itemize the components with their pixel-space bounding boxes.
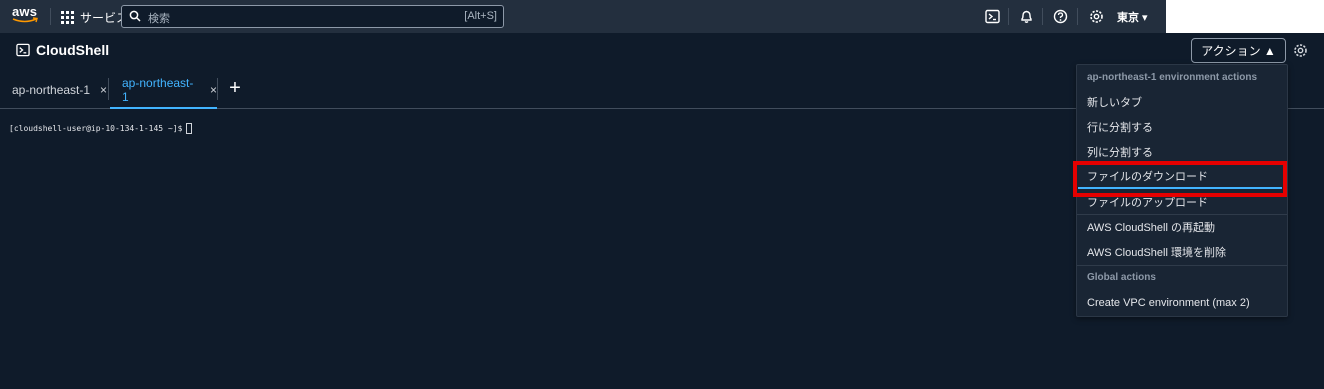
nav-divider xyxy=(50,8,51,25)
highlight-annotation xyxy=(1073,161,1287,197)
actions-button[interactable]: アクション ▲ xyxy=(1191,38,1286,63)
menu-group-title: Global actions xyxy=(1087,272,1156,283)
menu-item-delete-environment[interactable]: AWS CloudShell 環境を削除 xyxy=(1087,241,1277,263)
search-input[interactable]: 検索 [Alt+S] xyxy=(121,5,504,28)
add-tab-button[interactable]: + xyxy=(226,78,244,98)
top-navigation: aws サービス 検索 [Alt+S] 東京 ▾ xyxy=(0,0,1166,33)
terminal-prompt: [cloudshell-user@ip-10-134-1-145 ~]$ xyxy=(9,123,193,134)
tab-label: ap-northeast-1 xyxy=(122,75,194,104)
nav-divider xyxy=(1042,8,1043,25)
nav-divider xyxy=(1008,8,1009,25)
menu-divider xyxy=(1077,265,1287,266)
tab-label: ap-northeast-1 xyxy=(12,82,91,97)
aws-logo-text: aws xyxy=(12,4,38,19)
services-menu-button[interactable]: サービス xyxy=(61,8,128,26)
nav-divider xyxy=(1077,8,1078,25)
tab-ap-northeast-1-active[interactable]: ap-northeast-1 × xyxy=(110,70,217,109)
menu-group-title: ap-northeast-1 environment actions xyxy=(1087,72,1258,83)
blank-area xyxy=(1166,0,1324,33)
menu-item-split-rows[interactable]: 行に分割する xyxy=(1087,116,1277,138)
page-title: CloudShell xyxy=(16,42,109,58)
tab-divider xyxy=(108,78,109,100)
close-icon[interactable]: × xyxy=(100,83,107,97)
menu-divider xyxy=(1077,214,1287,215)
terminal-cursor xyxy=(186,123,193,134)
menu-item-split-columns[interactable]: 列に分割する xyxy=(1087,141,1277,163)
cloudshell-icon xyxy=(16,43,30,57)
settings-icon[interactable] xyxy=(1293,43,1308,58)
active-tab-indicator xyxy=(110,107,217,109)
menu-item-new-tab[interactable]: 新しいタブ xyxy=(1087,91,1277,113)
search-placeholder: 検索 xyxy=(148,13,170,25)
tab-divider xyxy=(217,78,218,100)
menu-item-restart[interactable]: AWS CloudShell の再起動 xyxy=(1087,216,1277,238)
close-icon[interactable]: × xyxy=(210,83,217,97)
region-selector[interactable]: 東京 ▾ xyxy=(1117,9,1148,25)
bell-icon[interactable] xyxy=(1019,9,1034,24)
help-icon[interactable] xyxy=(1053,9,1068,24)
menu-item-create-vpc-environment[interactable]: Create VPC environment (max 2) xyxy=(1087,292,1277,314)
gear-icon[interactable] xyxy=(1089,9,1104,24)
services-grid-icon xyxy=(61,10,74,24)
search-icon xyxy=(129,10,141,22)
tab-ap-northeast-1[interactable]: ap-northeast-1 × xyxy=(0,70,108,109)
aws-logo[interactable]: aws xyxy=(12,5,38,27)
search-shortcut: [Alt+S] xyxy=(464,10,497,22)
page-title-text: CloudShell xyxy=(36,42,110,58)
cloudshell-icon[interactable] xyxy=(985,9,1000,24)
prompt-text: [cloudshell-user@ip-10-134-1-145 ~]$ xyxy=(9,124,183,133)
